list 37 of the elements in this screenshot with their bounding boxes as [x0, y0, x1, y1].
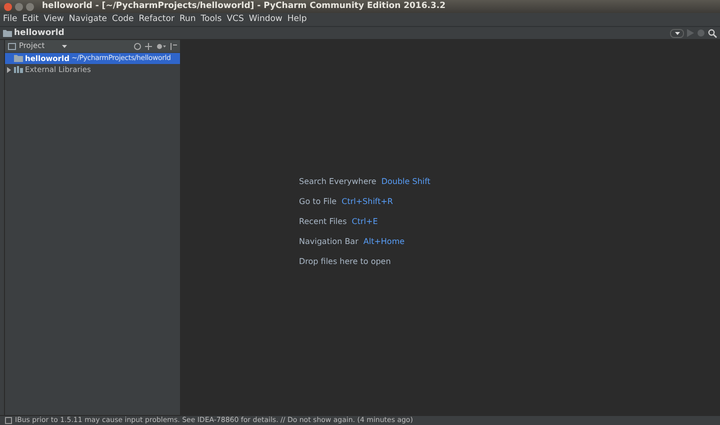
library-icon: [14, 66, 23, 73]
menu-item[interactable]: Run: [179, 13, 196, 26]
menu-item[interactable]: Help: [287, 13, 307, 26]
hint-label: Recent Files: [299, 216, 347, 228]
caret-icon[interactable]: [62, 44, 67, 48]
panel-icon: [8, 42, 16, 50]
expand-arrow-icon[interactable]: [6, 66, 12, 72]
caret-icon: [674, 32, 680, 34]
run-config-dropdown[interactable]: [670, 28, 684, 38]
menu-item[interactable]: Tools: [200, 13, 222, 26]
target-icon[interactable]: [134, 42, 141, 50]
breadcrumb[interactable]: helloworld: [14, 26, 64, 40]
menu-item[interactable]: File: [3, 13, 18, 26]
shortcut: Double Shift: [381, 176, 430, 188]
shortcut: Alt+Home: [363, 236, 405, 248]
menu-item[interactable]: Refactor: [138, 13, 174, 26]
menu-item[interactable]: View: [44, 13, 64, 26]
maximize-button[interactable]: [26, 2, 34, 10]
shortcut: Ctrl+Shift+R: [342, 196, 393, 208]
close-button[interactable]: [4, 2, 12, 10]
window-title: helloworld - [~/PycharmProjects/helloworld] - PyCharm Community Edition 2016.3.2: [42, 0, 446, 13]
minimize-button[interactable]: [15, 2, 23, 10]
menu-item[interactable]: VCS: [226, 13, 244, 26]
status-icon: [5, 417, 12, 424]
shortcut: Ctrl+E: [352, 216, 378, 228]
folder-icon: [14, 55, 23, 62]
menu-item[interactable]: Code: [112, 13, 134, 26]
menu-item[interactable]: Edit: [22, 13, 39, 26]
menu-item[interactable]: Window: [248, 13, 282, 26]
menu-item[interactable]: Navigate: [68, 13, 108, 26]
hint-label: Search Everywhere: [299, 176, 376, 188]
hint-label: Navigation Bar: [299, 236, 358, 248]
settings-icon[interactable]: [156, 42, 166, 50]
folder-icon: [3, 30, 12, 36]
hint-label: Drop files here to open: [299, 256, 391, 268]
hint-label: Go to File: [299, 196, 337, 208]
search-icon[interactable]: [708, 28, 717, 38]
